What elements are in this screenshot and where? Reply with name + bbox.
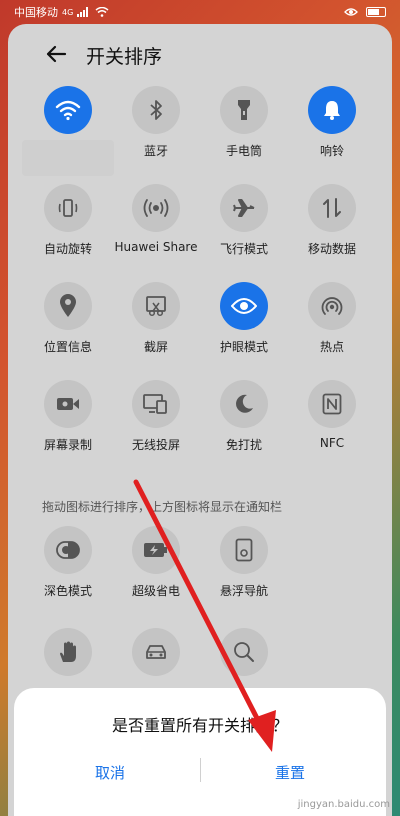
hotspot-icon [308, 282, 356, 330]
tile-label: 响铃 [319, 144, 344, 158]
tile-label: 超级省电 [131, 584, 180, 598]
page-title: 开关排序 [86, 46, 163, 68]
tile-nfc[interactable]: NFC [288, 380, 376, 476]
tile-wifi[interactable] [24, 86, 112, 182]
tile-label: Huawei Share [114, 240, 198, 254]
tile-label: 免打扰 [225, 438, 262, 452]
flashlight-icon [220, 86, 268, 134]
tile-location[interactable]: 位置信息 [24, 282, 112, 378]
cast-icon [132, 380, 180, 428]
cancel-button[interactable]: 取消 [20, 762, 200, 783]
hand-icon [44, 628, 92, 676]
dialog-message: 是否重置所有开关排序？ [111, 716, 288, 735]
car-icon [132, 628, 180, 676]
tile-label: 截屏 [143, 340, 168, 354]
tile-label: 移动数据 [307, 242, 356, 256]
float-nav-icon [220, 526, 268, 574]
tile-label: 屏幕录制 [43, 438, 92, 452]
search-icon [220, 628, 268, 676]
tile-bluetooth[interactable]: 蓝牙 [112, 86, 200, 182]
tile-flashlight[interactable]: 手电筒 [200, 86, 288, 182]
tile-wireless-cast[interactable]: 无线投屏 [112, 380, 200, 476]
tile-eye-comfort[interactable]: 护眼模式 [200, 282, 288, 378]
back-arrow-icon [46, 45, 67, 63]
signal-icon [77, 7, 89, 17]
tile-label: 悬浮导航 [219, 584, 268, 598]
tile-screenshot[interactable]: 截屏 [112, 282, 200, 378]
status-left: 中国移动 4G [14, 4, 109, 20]
tile-hotspot[interactable]: 热点 [288, 282, 376, 378]
eye-comfort-status-icon [344, 8, 358, 16]
tile-label: 飞行模式 [219, 242, 268, 256]
status-bar: 中国移动 4G [0, 0, 400, 24]
tile-label: 蓝牙 [143, 144, 168, 158]
bell-icon [308, 86, 356, 134]
tile-label: 位置信息 [43, 340, 92, 354]
network-label: 4G [62, 7, 74, 17]
tile-battery-saver[interactable]: 超级省电 [112, 526, 200, 622]
tile-label: 手电筒 [225, 144, 262, 158]
eye-icon [220, 282, 268, 330]
tile-label: 热点 [319, 340, 344, 354]
wifi-status-icon [95, 7, 109, 17]
battery-icon [366, 7, 386, 17]
screenshot-icon [132, 282, 180, 330]
tile-label: 护眼模式 [219, 340, 268, 354]
tile-label: 无线投屏 [131, 438, 180, 452]
video-record-icon [44, 380, 92, 428]
tile-label: 深色模式 [43, 584, 92, 598]
dark-mode-icon [44, 526, 92, 574]
tile-auto-rotate[interactable]: 自动旋转 [24, 184, 112, 280]
back-button[interactable] [40, 38, 72, 70]
watermark: jingyan.baidu.com [297, 799, 390, 810]
nfc-icon [308, 380, 356, 428]
airplane-icon [220, 184, 268, 232]
tile-label: 自动旋转 [43, 242, 92, 256]
share-icon [132, 184, 180, 232]
tile-mobile-data[interactable]: 移动数据 [288, 184, 376, 280]
reset-button[interactable]: 重置 [200, 762, 380, 783]
section-title: 拖动图标进行排序，上方图标将显示在通知栏 [42, 500, 283, 514]
tile-screen-record[interactable]: 屏幕录制 [24, 380, 112, 476]
bluetooth-icon [132, 86, 180, 134]
tile-float-nav[interactable]: 悬浮导航 [200, 526, 288, 622]
status-right [344, 7, 386, 17]
carrier-label: 中国移动 [14, 6, 58, 19]
rotate-icon [44, 184, 92, 232]
location-icon [44, 282, 92, 330]
tile-ring[interactable]: 响铃 [288, 86, 376, 182]
battery-saver-icon [132, 526, 180, 574]
reset-dialog: 是否重置所有开关排序？ 取消 重置 [14, 688, 386, 816]
moon-icon [220, 380, 268, 428]
tile-label: NFC [319, 436, 345, 450]
mobile-data-icon [308, 184, 356, 232]
tile-do-not-disturb[interactable]: 免打扰 [200, 380, 288, 476]
wifi-icon [44, 86, 92, 134]
tile-huawei-share[interactable]: Huawei Share [112, 184, 200, 280]
tile-airplane[interactable]: 飞行模式 [200, 184, 288, 280]
tile-dark-mode[interactable]: 深色模式 [24, 526, 112, 622]
